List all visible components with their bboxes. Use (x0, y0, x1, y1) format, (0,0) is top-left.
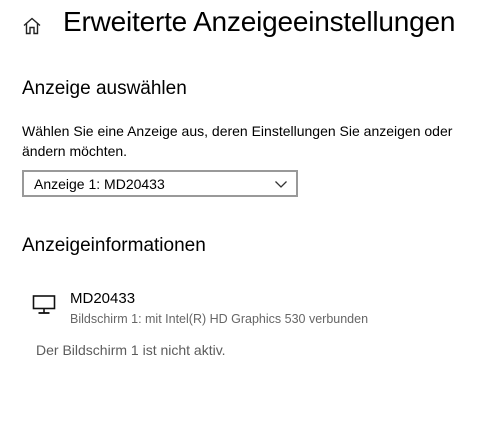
page-header: Erweiterte Anzeigeeinstellungen (0, 0, 492, 56)
display-info-heading: Anzeigeinformationen (22, 235, 206, 256)
display-select-value: Anzeige 1: MD20433 (34, 176, 165, 192)
display-select-dropdown[interactable]: Anzeige 1: MD20433 (22, 170, 298, 197)
select-display-heading: Anzeige auswählen (22, 78, 187, 99)
display-status-text: Der Bildschirm 1 ist nicht aktiv. (36, 342, 226, 358)
display-connection-text: Bildschirm 1: mit Intel(R) HD Graphics 5… (70, 312, 369, 326)
home-button[interactable] (20, 14, 44, 38)
home-icon (23, 17, 41, 35)
chevron-down-icon (275, 181, 287, 188)
page-title: Erweiterte Anzeigeeinstellungen (63, 6, 456, 37)
select-display-description: Wählen Sie eine Anzeige aus, deren Einst… (22, 123, 453, 159)
display-name: MD20433 (70, 290, 136, 307)
monitor-icon (32, 295, 56, 314)
